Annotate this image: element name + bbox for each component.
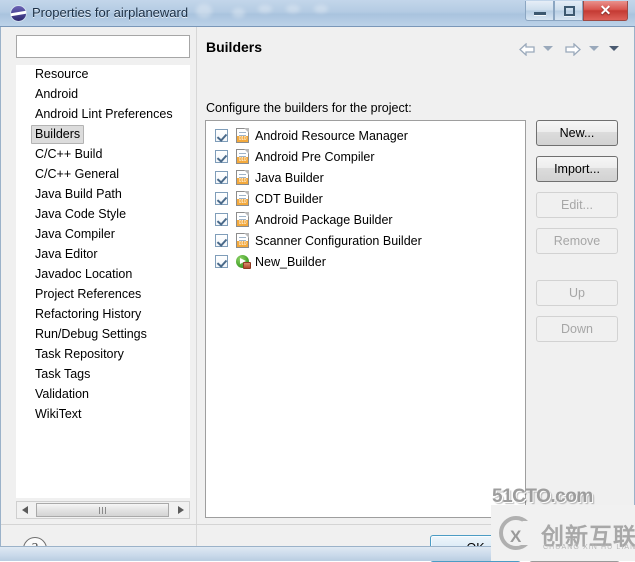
- down-button[interactable]: Down: [536, 316, 618, 342]
- builder-doc-icon: 010: [235, 149, 251, 165]
- maximize-button[interactable]: [554, 1, 583, 21]
- builders-list[interactable]: 010 Android Resource Manager 010 Android…: [205, 120, 526, 518]
- page-title: Builders: [206, 39, 262, 55]
- table-row[interactable]: 010 Android Resource Manager: [206, 126, 525, 147]
- filter-input[interactable]: [16, 35, 190, 58]
- sidebar-item-refactoring-history[interactable]: Refactoring History: [32, 305, 144, 324]
- title-bar: Properties for airplaneward ✕: [0, 0, 635, 27]
- sidebar-item-javadoc-location[interactable]: Javadoc Location: [32, 265, 135, 284]
- table-row[interactable]: 010 Scanner Configuration Builder: [206, 231, 525, 252]
- watermark-brand-pinyin: CHUANG XIN HU LIAN: [543, 544, 635, 551]
- builder-label: New_Builder: [255, 254, 326, 271]
- table-row[interactable]: 010 Android Pre Compiler: [206, 147, 525, 168]
- builder-doc-icon: 010: [235, 191, 251, 207]
- back-menu-chevron-down-icon[interactable]: [543, 46, 553, 51]
- builder-label: Java Builder: [255, 170, 324, 187]
- sidebar-item-resource[interactable]: Resource: [32, 65, 92, 84]
- builder-doc-icon: 010: [235, 128, 251, 144]
- titlebar-glass-blob: [286, 5, 300, 13]
- builder-label: Android Resource Manager: [255, 128, 408, 145]
- close-button[interactable]: ✕: [583, 1, 628, 21]
- watermark-logo-icon: X: [499, 516, 533, 550]
- program-run-icon: [235, 254, 251, 270]
- scrollbar-thumb[interactable]: [36, 503, 169, 517]
- edit-button[interactable]: Edit...: [536, 192, 618, 218]
- builder-checkbox[interactable]: [215, 255, 228, 268]
- sidebar-item-java-code-style[interactable]: Java Code Style: [32, 205, 129, 224]
- minimize-button[interactable]: [525, 1, 554, 21]
- titlebar-glass-blob: [314, 5, 328, 13]
- watermark-brand: X 创新互联 CHUANG XIN HU LIAN: [491, 505, 635, 561]
- watermark-x-mark: X: [510, 527, 521, 547]
- sidebar-item-java-editor[interactable]: Java Editor: [32, 245, 101, 264]
- sidebar-item-java-build-path[interactable]: Java Build Path: [32, 185, 125, 204]
- section-description: Configure the builders for the project:: [206, 101, 412, 115]
- table-row[interactable]: 010 CDT Builder: [206, 189, 525, 210]
- scroll-left-arrow-icon[interactable]: [17, 502, 34, 518]
- builder-checkbox[interactable]: [215, 129, 228, 142]
- window-title: Properties for airplaneward: [32, 5, 188, 20]
- titlebar-glass-blob: [196, 4, 212, 18]
- back-arrow-icon[interactable]: [519, 43, 535, 56]
- minimize-icon: [534, 12, 546, 15]
- sidebar-item-builders[interactable]: Builders: [31, 125, 84, 144]
- builder-doc-icon: 010: [235, 233, 251, 249]
- sidebar-item-validation[interactable]: Validation: [32, 385, 92, 404]
- builder-label: CDT Builder: [255, 191, 323, 208]
- page-navigation: [519, 41, 624, 59]
- settings-tree[interactable]: Resource Android Android Lint Preference…: [16, 65, 190, 498]
- builder-checkbox[interactable]: [215, 192, 228, 205]
- builder-doc-icon: 010: [235, 170, 251, 186]
- titlebar-glass-blob: [232, 8, 245, 18]
- tree-horizontal-scrollbar[interactable]: [16, 501, 190, 519]
- builder-label: Android Package Builder: [255, 212, 393, 229]
- sidebar-item-task-tags[interactable]: Task Tags: [32, 365, 93, 384]
- builder-checkbox[interactable]: [215, 234, 228, 247]
- titlebar-glass-blob: [258, 5, 272, 13]
- sidebar-item-c-cpp-general[interactable]: C/C++ General: [32, 165, 122, 184]
- pane-divider: [196, 27, 197, 561]
- forward-menu-chevron-down-icon[interactable]: [589, 46, 599, 51]
- scroll-right-arrow-icon[interactable]: [172, 502, 189, 518]
- close-icon: ✕: [584, 2, 627, 19]
- builder-label: Scanner Configuration Builder: [255, 233, 422, 250]
- sidebar-item-run-debug-settings[interactable]: Run/Debug Settings: [32, 325, 150, 344]
- table-row[interactable]: 010 Android Package Builder: [206, 210, 525, 231]
- table-row[interactable]: New_Builder: [206, 252, 525, 273]
- eclipse-icon: [11, 6, 26, 21]
- builder-doc-icon: 010: [235, 212, 251, 228]
- builder-checkbox[interactable]: [215, 213, 228, 226]
- dialog-body: Resource Android Android Lint Preference…: [0, 27, 635, 561]
- sidebar-item-task-repository[interactable]: Task Repository: [32, 345, 127, 364]
- view-menu-chevron-down-icon[interactable]: [609, 46, 619, 51]
- properties-dialog-window: Properties for airplaneward ✕ Resource A…: [0, 0, 635, 561]
- remove-button[interactable]: Remove: [536, 228, 618, 254]
- import-button[interactable]: Import...: [536, 156, 618, 182]
- sidebar-item-project-references[interactable]: Project References: [32, 285, 144, 304]
- restore-icon: [564, 6, 575, 16]
- sidebar-item-java-compiler[interactable]: Java Compiler: [32, 225, 118, 244]
- sidebar-item-android-lint-preferences[interactable]: Android Lint Preferences: [32, 105, 176, 124]
- builder-checkbox[interactable]: [215, 150, 228, 163]
- sidebar-item-android[interactable]: Android: [32, 85, 81, 104]
- new-button[interactable]: New...: [536, 120, 618, 146]
- sidebar-item-wikitext[interactable]: WikiText: [32, 405, 85, 424]
- table-row[interactable]: 010 Java Builder: [206, 168, 525, 189]
- builder-checkbox[interactable]: [215, 171, 228, 184]
- up-button[interactable]: Up: [536, 280, 618, 306]
- sidebar-item-c-cpp-build[interactable]: C/C++ Build: [32, 145, 105, 164]
- builder-label: Android Pre Compiler: [255, 149, 375, 166]
- forward-arrow-icon[interactable]: [565, 43, 581, 56]
